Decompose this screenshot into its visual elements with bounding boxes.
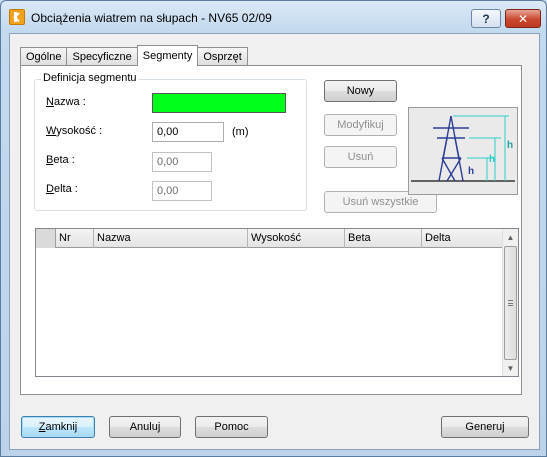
list-scrollbar[interactable]: ▲ ▼ — [502, 229, 518, 376]
wysokosc-label: Wysokość : — [46, 125, 103, 137]
generuj-button[interactable]: Generuj — [441, 416, 529, 438]
tab-strip: Ogólne Specyficzne Segmenty Osprzęt — [20, 45, 248, 66]
anuluj-button[interactable]: Anuluj — [109, 416, 181, 438]
wysokosc-field[interactable] — [152, 122, 224, 142]
segments-list[interactable]: Nr Nazwa Wysokość Beta Delta ▲ ▼ — [35, 228, 519, 377]
svg-text:h: h — [468, 166, 474, 177]
col-delta[interactable]: Delta — [422, 229, 503, 248]
nowy-button[interactable]: Nowy — [324, 80, 397, 102]
col-nazwa[interactable]: Nazwa — [94, 229, 248, 248]
dialog-client-area: Ogólne Specyficzne Segmenty Osprzęt Defi… — [9, 33, 540, 450]
svg-text:h: h — [489, 154, 495, 165]
app-logo-icon — [9, 9, 25, 25]
window-title: Obciążenia wiatrem na słupach - NV65 02/… — [31, 11, 272, 25]
col-beta[interactable]: Beta — [345, 229, 422, 248]
delta-field[interactable] — [152, 181, 212, 201]
tab-specyficzne[interactable]: Specyficzne — [66, 47, 138, 66]
col-nr[interactable]: Nr — [56, 229, 94, 248]
modyfikuj-button[interactable]: Modyfikuj — [324, 114, 397, 136]
pylon-height-diagram: h h h — [408, 107, 518, 195]
dialog-window: Obciążenia wiatrem na słupach - NV65 02/… — [0, 0, 547, 457]
tab-panel-segmenty: Definicja segmentu Nazwa : Wysokość : (m… — [20, 65, 522, 395]
delta-label: Delta : — [46, 183, 78, 195]
beta-field[interactable] — [152, 152, 212, 172]
beta-label: Beta : — [46, 154, 75, 166]
scroll-thumb[interactable] — [504, 246, 517, 360]
nazwa-field[interactable] — [152, 93, 286, 113]
pomoc-button[interactable]: Pomoc — [195, 416, 268, 438]
close-icon[interactable]: ✕ — [505, 9, 541, 28]
svg-text:h: h — [507, 140, 513, 151]
wysokosc-unit: (m) — [232, 126, 249, 138]
tab-ogolne[interactable]: Ogólne — [20, 47, 68, 66]
segment-definition-legend: Definicja segmentu — [41, 72, 139, 84]
tab-osprzet[interactable]: Osprzęt — [197, 47, 248, 66]
segments-list-header: Nr Nazwa Wysokość Beta Delta — [36, 229, 503, 248]
zamknij-button[interactable]: Zamknij — [21, 416, 95, 438]
tab-segmenty[interactable]: Segmenty — [136, 45, 199, 66]
nazwa-label: Nazwa : — [46, 96, 86, 108]
usun-button[interactable]: Usuń — [324, 146, 397, 168]
pylon-diagram-icon: h h h — [411, 115, 515, 182]
scroll-up-icon[interactable]: ▲ — [503, 229, 518, 245]
scroll-down-icon[interactable]: ▼ — [503, 360, 518, 376]
title-bar: Obciążenia wiatrem na słupach - NV65 02/… — [1, 1, 546, 33]
help-button[interactable]: ? — [471, 9, 501, 28]
row-selector-header[interactable] — [36, 229, 56, 248]
col-wysokosc[interactable]: Wysokość — [248, 229, 345, 248]
